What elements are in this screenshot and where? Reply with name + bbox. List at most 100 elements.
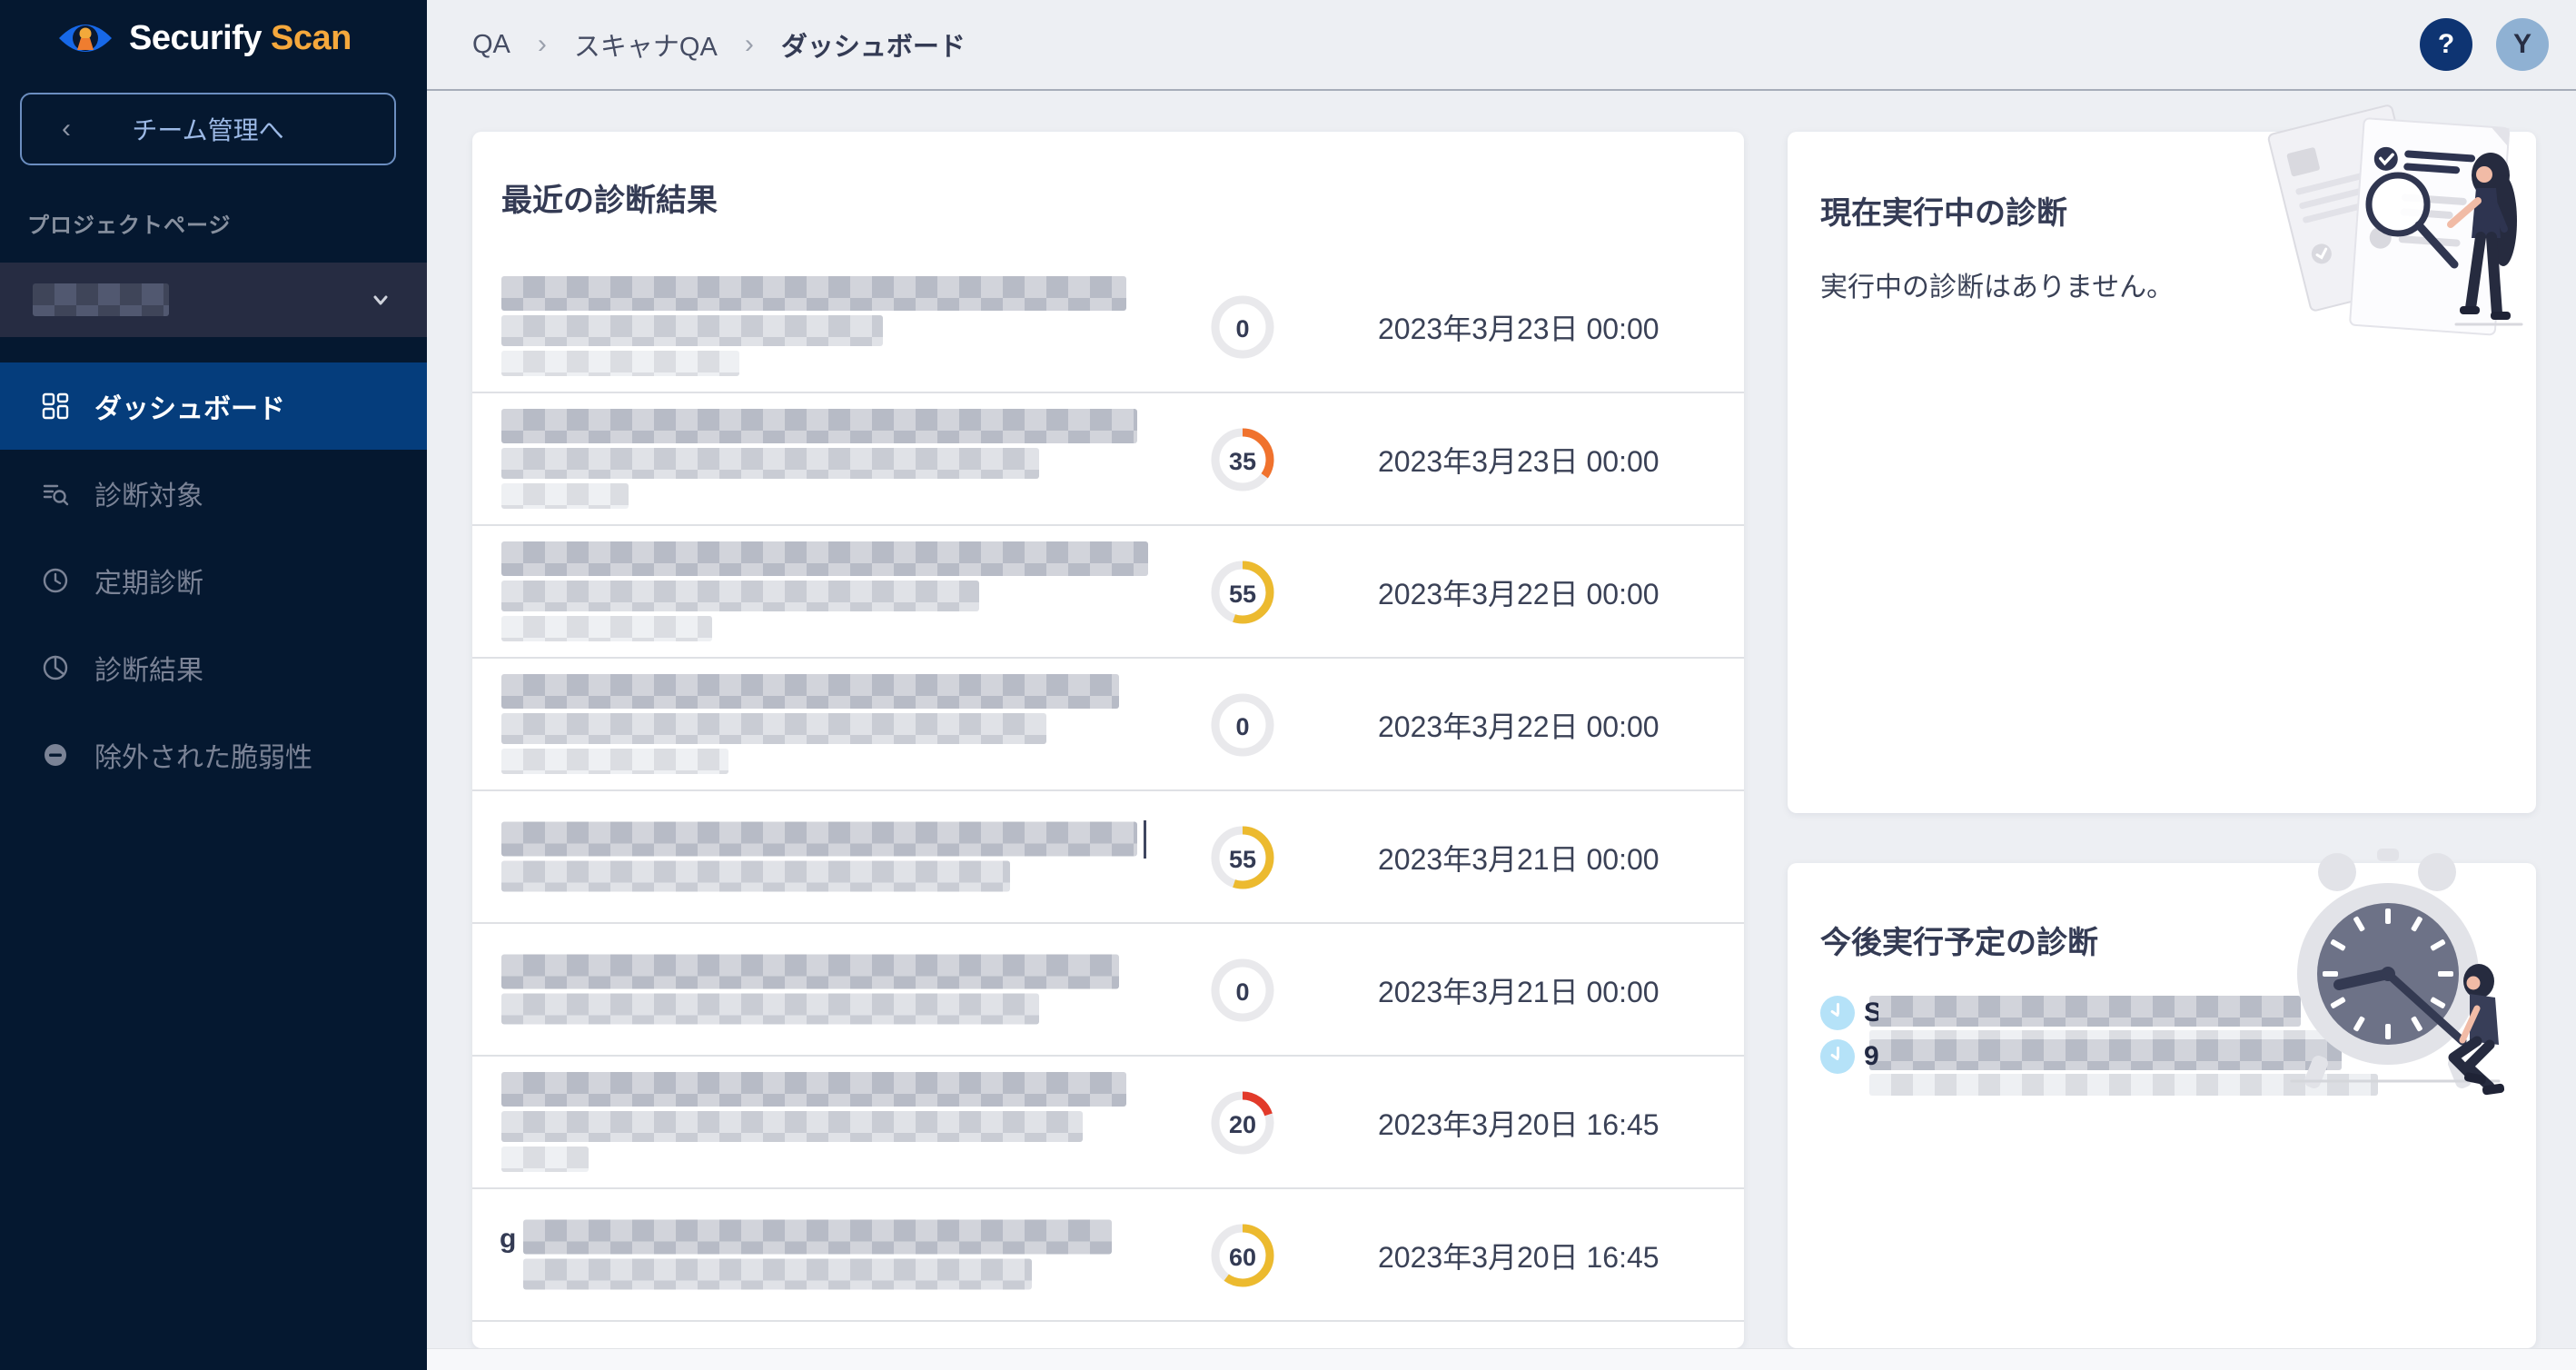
score-value: 20: [1229, 1111, 1256, 1138]
sidebar-nav: ダッシュボード 診断対象 定期診断 診断結果: [0, 362, 427, 799]
topbar: QA › スキャナQA › ダッシュボード ? Y: [427, 0, 2576, 91]
score-ring: 0: [1209, 957, 1276, 1024]
recent-result-row[interactable]: 0 2023年3月21日 00:00: [472, 924, 1744, 1057]
score-ring: 0: [1209, 691, 1276, 759]
recent-result-row[interactable]: 55 2023年3月21日 00:00: [472, 791, 1744, 924]
score-ring: 55: [1209, 824, 1276, 891]
user-avatar[interactable]: Y: [2496, 18, 2549, 71]
score-value: 0: [1235, 315, 1249, 342]
excluded-minus-circle-icon: [40, 740, 71, 770]
score-value: 55: [1229, 846, 1256, 873]
score-ring: 55: [1209, 559, 1276, 626]
sidebar-item-scheduled-scans[interactable]: 定期診断: [0, 537, 427, 624]
recent-result-row[interactable]: 55 2023年3月22日 00:00: [472, 526, 1744, 659]
score-value: 0: [1235, 978, 1249, 1006]
sidebar-item-label: 診断結果: [94, 648, 203, 688]
recent-result-row[interactable]: 35 2023年3月23日 00:00: [472, 393, 1744, 526]
item-visible-prefix: 9: [1864, 1041, 1878, 1072]
scan-date: 2023年3月21日 00:00: [1378, 924, 1660, 1057]
sidebar: Securify Scan ‹ チーム管理へ プロジェクトページ ダッシュボード: [0, 0, 427, 1370]
masked-scan-name: [501, 541, 1148, 641]
running-scans-title: 現在実行中の診断: [1820, 188, 2067, 233]
app-window: Securify Scan ‹ チーム管理へ プロジェクトページ ダッシュボード: [0, 0, 2576, 1370]
team-button-label: チーム管理へ: [132, 111, 283, 147]
breadcrumb-separator-icon: ›: [538, 29, 547, 60]
masked-scan-name: [501, 955, 1119, 1025]
clock-icon: [1820, 996, 1855, 1030]
recent-result-row[interactable]: g 60 2023年3月20日 16:45: [472, 1189, 1744, 1322]
chevron-down-icon: [367, 286, 394, 313]
scheduled-scan-item[interactable]: S: [1820, 996, 2405, 1039]
sidebar-item-excluded-vulnerabilities[interactable]: 除外された脆弱性: [0, 711, 427, 799]
scan-date: 2023年3月20日 16:45: [1378, 1189, 1660, 1322]
help-button[interactable]: ?: [2420, 18, 2472, 71]
horizontal-scrollbar-track[interactable]: [427, 1348, 2576, 1370]
score-value: 60: [1229, 1244, 1256, 1271]
recent-result-row[interactable]: 20 2023年3月20日 16:45: [472, 1057, 1744, 1189]
sidebar-item-dashboard[interactable]: ダッシュボード: [0, 362, 427, 450]
score-value: 0: [1235, 713, 1249, 740]
partial-row: [472, 1322, 1744, 1347]
sidebar-item-scan-targets[interactable]: 診断対象: [0, 450, 427, 537]
masked-scan-name: [501, 1072, 1126, 1172]
score-ring: 0: [1209, 293, 1276, 361]
recent-rows: 0 2023年3月23日 00:00 35 2023年3月23日 00:00: [472, 261, 1744, 1347]
scan-date: 2023年3月23日 00:00: [1378, 393, 1660, 526]
scan-date: 2023年3月22日 00:00: [1378, 659, 1660, 791]
masked-scan-name: [501, 409, 1137, 509]
document-review-illustration: [2262, 68, 2525, 382]
sidebar-item-label: 定期診断: [94, 561, 203, 601]
brand-name: Securify Scan: [129, 19, 352, 58]
schedule-clock-icon: [40, 565, 71, 596]
scan-date: 2023年3月22日 00:00: [1378, 526, 1660, 659]
masked-scan-name: [501, 276, 1126, 376]
chevron-left-icon: ‹: [62, 115, 71, 143]
recent-result-row[interactable]: 0 2023年3月23日 00:00: [472, 261, 1744, 393]
recent-result-row[interactable]: 0 2023年3月22日 00:00: [472, 659, 1744, 791]
scan-date: 2023年3月23日 00:00: [1378, 261, 1660, 393]
breadcrumb-team[interactable]: QA: [472, 30, 510, 60]
topbar-actions: ? Y: [2420, 18, 2549, 71]
scheduled-scans-card: 今後実行予定の診断 S 9: [1788, 863, 2536, 1348]
breadcrumb: QA › スキャナQA › ダッシュボード: [472, 25, 966, 64]
score-value: 55: [1229, 581, 1256, 608]
sidebar-item-label: 診断対象: [94, 473, 203, 513]
masked-scan-name: [501, 822, 1137, 892]
breadcrumb-separator-icon: ›: [745, 29, 754, 60]
scan-target-search-icon: [40, 478, 71, 509]
masked-project-name: [33, 283, 169, 316]
masked-scan-name: [523, 1220, 1112, 1290]
scan-date: 2023年3月21日 00:00: [1378, 791, 1660, 924]
clock-icon: [1820, 1039, 1855, 1074]
breadcrumb-project[interactable]: スキャナQA: [574, 25, 718, 64]
item-visible-prefix: S: [1864, 998, 1878, 1028]
sidebar-item-label: 除外された脆弱性: [94, 735, 312, 775]
score-value: 35: [1229, 448, 1256, 475]
scan-date: 2023年3月20日 16:45: [1378, 1057, 1660, 1189]
scheduled-list: S 9: [1820, 996, 2405, 1083]
score-ring: 35: [1209, 426, 1276, 493]
project-select[interactable]: [0, 263, 427, 337]
masked-scheduled-name: 9: [1869, 1039, 2378, 1096]
row-visible-prefix: g: [500, 1224, 516, 1255]
score-ring: 20: [1209, 1089, 1276, 1157]
text-caret: [1144, 820, 1146, 859]
back-to-team-button[interactable]: ‹ チーム管理へ: [20, 93, 396, 165]
main-content: 最近の診断結果 0 2023年3月23日 00:00 35 202: [427, 91, 2576, 1370]
breadcrumb-current-page: ダッシュボード: [781, 25, 966, 64]
dashboard-grid-icon: [40, 391, 71, 422]
running-scans-card: 現在実行中の診断 実行中の診断はありません。: [1788, 132, 2536, 813]
sidebar-item-scan-results[interactable]: 診断結果: [0, 624, 427, 711]
recent-results-card: 最近の診断結果 0 2023年3月23日 00:00 35 202: [472, 132, 1744, 1348]
recent-results-title: 最近の診断結果: [501, 175, 718, 220]
project-page-label: プロジェクトページ: [27, 207, 427, 239]
score-ring: 60: [1209, 1222, 1276, 1289]
app-logo: Securify Scan: [0, 0, 427, 60]
securify-eye-icon: [56, 16, 114, 60]
results-pie-icon: [40, 652, 71, 683]
scheduled-scans-title: 今後実行予定の診断: [1820, 918, 2098, 962]
sidebar-item-label: ダッシュボード: [94, 386, 285, 426]
running-empty-message: 実行中の診断はありません。: [1820, 264, 2174, 304]
scheduled-scan-item[interactable]: 9: [1820, 1039, 2405, 1083]
masked-scan-name: [501, 674, 1119, 774]
